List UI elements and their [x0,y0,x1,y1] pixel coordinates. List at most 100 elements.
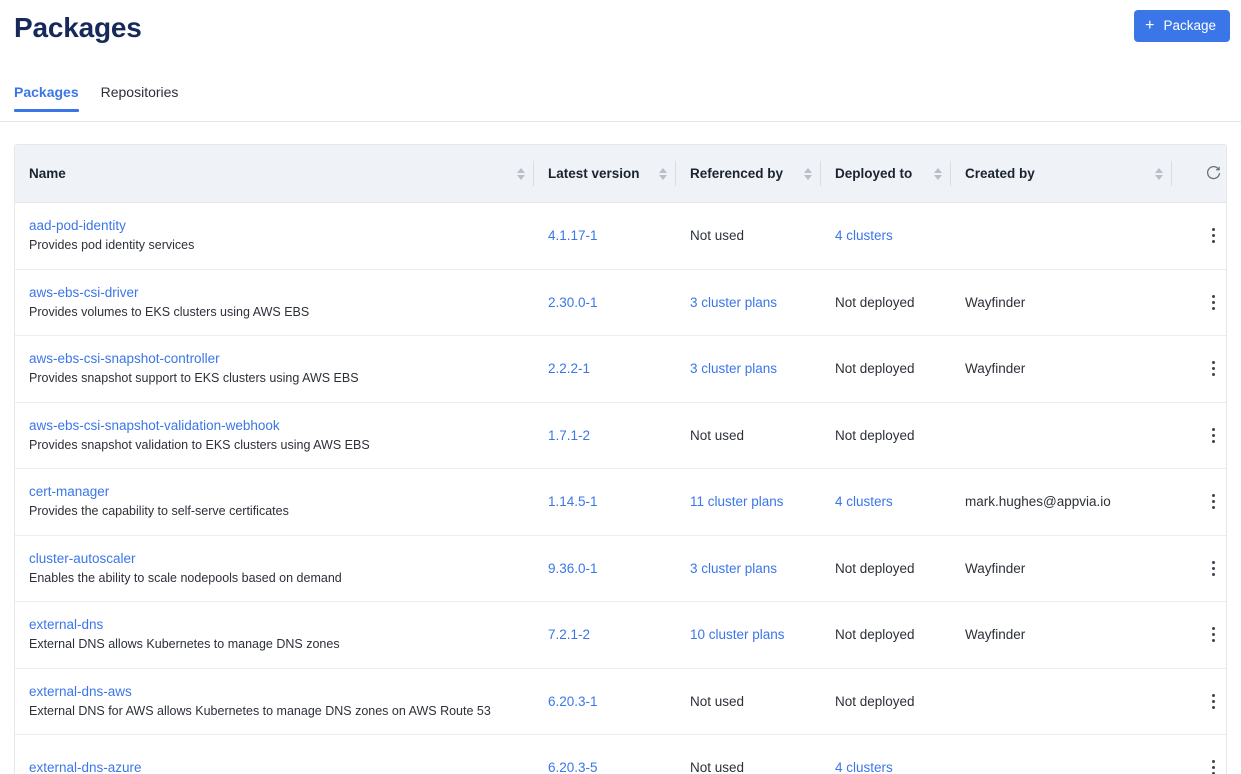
deployed-to-link[interactable]: 4 clusters [835,760,893,774]
latest-version-link[interactable]: 6.20.3-1 [548,694,598,709]
kebab-menu-icon[interactable] [1186,735,1226,774]
cell-created-by [951,402,1172,469]
latest-version-link[interactable]: 2.30.0-1 [548,295,598,310]
cell-latest-version: 7.2.1-2 [534,601,676,669]
cell-name: external-dns-aws External DNS for AWS all… [15,668,534,735]
cell-created-by: Wayfinder [951,269,1172,336]
kebab-menu-icon[interactable] [1186,469,1226,535]
cell-latest-version: 1.7.1-2 [534,402,676,469]
table-row: external-dns-aws External DNS for AWS all… [15,668,1226,735]
package-name-link[interactable]: aws-ebs-csi-snapshot-validation-webhook [29,417,534,434]
sort-icon-name[interactable] [517,167,525,180]
table-header: Name Latest version Referenced by Deploy… [15,145,1226,203]
deployed-to-link[interactable]: 4 clusters [835,228,893,243]
refresh-button[interactable] [1186,145,1226,202]
cell-deployed-to: Not deployed [821,668,951,735]
package-name-link[interactable]: cluster-autoscaler [29,550,534,567]
cell-name: cluster-autoscaler Enables the ability to… [15,535,534,602]
column-header-deployed-to[interactable]: Deployed to [821,145,951,203]
cell-actions [1172,269,1226,336]
package-name-link[interactable]: aws-ebs-csi-snapshot-controller [29,350,534,367]
column-header-name[interactable]: Name [15,145,534,203]
column-header-deployed-to-label: Deployed to [835,166,913,181]
cell-referenced-by: Not used [676,402,821,469]
referenced-by-link[interactable]: 3 cluster plans [690,295,777,310]
package-name-link[interactable]: external-dns-aws [29,683,534,700]
latest-version-link[interactable]: 1.7.1-2 [548,428,590,443]
cell-created-by: Wayfinder [951,335,1172,403]
package-description: Enables the ability to scale nodepools b… [29,570,342,585]
packages-table: Name Latest version Referenced by Deploy… [15,145,1226,774]
cell-actions [1172,202,1226,270]
refresh-icon [1206,166,1220,180]
table-row: cert-manager Provides the capability to s… [15,468,1226,536]
kebab-menu-icon[interactable] [1186,669,1226,735]
cell-deployed-to: Not deployed [821,535,951,602]
column-header-created-by[interactable]: Created by [951,145,1172,203]
kebab-menu-icon[interactable] [1186,203,1226,269]
referenced-by-link[interactable]: 3 cluster plans [690,561,777,576]
referenced-by-link[interactable]: 10 cluster plans [690,627,785,642]
column-header-name-label: Name [29,166,66,181]
cell-actions [1172,735,1226,774]
latest-version-link[interactable]: 2.2.2-1 [548,361,590,376]
cell-deployed-to: Not deployed [821,601,951,669]
sort-icon-latest-version[interactable] [659,167,667,180]
referenced-by-text: Not used [690,693,745,709]
column-header-referenced-by[interactable]: Referenced by [676,145,821,203]
package-name-link[interactable]: aws-ebs-csi-driver [29,284,534,301]
latest-version-link[interactable]: 9.36.0-1 [548,561,598,576]
cell-actions [1172,468,1226,536]
cell-deployed-to: 4 clusters [821,202,951,270]
latest-version-link[interactable]: 6.20.3-5 [548,760,598,774]
table-row: aws-ebs-csi-snapshot-controller Provides … [15,335,1226,403]
kebab-menu-icon[interactable] [1186,602,1226,668]
table-header-row: Name Latest version Referenced by Deploy… [15,145,1226,203]
table-row: external-dns External DNS allows Kubernet… [15,601,1226,669]
table-row: cluster-autoscaler Enables the ability to… [15,535,1226,602]
package-description: Provides volumes to EKS clusters using A… [29,304,310,319]
cell-deployed-to: Not deployed [821,402,951,469]
referenced-by-text: Not used [690,228,745,244]
package-name-link[interactable]: cert-manager [29,483,534,500]
referenced-by-link[interactable]: 11 cluster plans [690,494,784,509]
cell-deployed-to: 4 clusters [821,735,951,774]
latest-version-link[interactable]: 4.1.17-1 [548,228,598,243]
package-name-link[interactable]: external-dns-azure [29,759,534,774]
cell-created-by [951,668,1172,735]
latest-version-link[interactable]: 1.14.5-1 [548,494,598,509]
referenced-by-text: Not used [690,760,745,774]
column-header-refresh[interactable] [1172,145,1226,203]
sort-icon-created-by[interactable] [1155,167,1163,180]
tab-packages[interactable]: Packages [14,84,90,112]
deployed-to-link[interactable]: 4 clusters [835,494,893,509]
latest-version-link[interactable]: 7.2.1-2 [548,627,590,642]
kebab-menu-icon[interactable] [1186,270,1226,336]
package-name-link[interactable]: aad-pod-identity [29,217,534,234]
kebab-menu-icon[interactable] [1186,403,1226,469]
column-header-latest-version[interactable]: Latest version [534,145,676,203]
package-description: External DNS allows Kubernetes to manage… [29,637,340,652]
kebab-menu-icon[interactable] [1186,536,1226,602]
cell-actions [1172,535,1226,602]
packages-table-container: Name Latest version Referenced by Deploy… [14,144,1227,774]
add-package-button[interactable]: + Package [1134,10,1230,42]
package-description: External DNS for AWS allows Kubernetes t… [29,703,491,718]
packages-page: Packages + Package Packages Repositories [0,0,1241,774]
referenced-by-link[interactable]: 3 cluster plans [690,361,777,376]
deployed-to-text: Not deployed [835,294,915,310]
package-name-link[interactable]: external-dns [29,616,534,633]
sort-icon-deployed-to[interactable] [934,167,942,180]
cell-latest-version: 2.30.0-1 [534,269,676,336]
cell-name: external-dns External DNS allows Kubernet… [15,601,534,669]
cell-deployed-to: 4 clusters [821,468,951,536]
cell-deployed-to: Not deployed [821,335,951,403]
cell-referenced-by: 3 cluster plans [676,269,821,336]
cell-actions [1172,668,1226,735]
cell-created-by: Wayfinder [951,601,1172,669]
cell-name: aws-ebs-csi-snapshot-validation-webhook P… [15,402,534,469]
sort-icon-referenced-by[interactable] [804,167,812,180]
cell-deployed-to: Not deployed [821,269,951,336]
kebab-menu-icon[interactable] [1186,336,1226,402]
tab-repositories[interactable]: Repositories [90,84,190,111]
